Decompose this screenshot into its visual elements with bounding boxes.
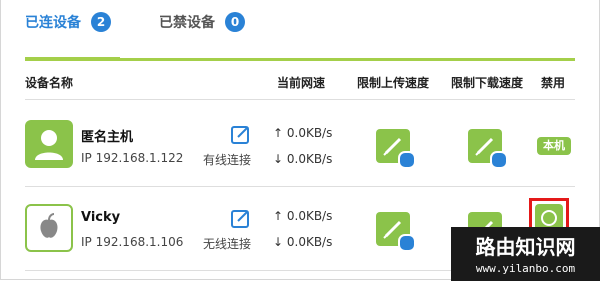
tab-banned-label: 已禁设备 xyxy=(159,15,215,31)
row-divider xyxy=(25,186,575,187)
header-divider xyxy=(25,99,575,100)
watermark: 路由知识网 www.yilanbo.com xyxy=(451,227,600,281)
watermark-url: www.yilanbo.com xyxy=(475,262,576,275)
device-tabs: 已连设备 2 已禁设备 0 xyxy=(25,0,585,62)
connection-type: 有线连接 xyxy=(203,153,252,167)
device-name: 匿名主机 xyxy=(81,130,134,145)
upload-speed: ↑ 0.0KB/s xyxy=(273,209,333,223)
upload-arrow-icon xyxy=(398,151,416,169)
tab-connected[interactable]: 已连设备 2 xyxy=(25,10,111,34)
tab-connected-label: 已连设备 xyxy=(25,15,81,31)
download-arrow-icon xyxy=(490,151,508,169)
header-upload-limit: 限制上传速度 xyxy=(357,76,430,90)
apple-icon xyxy=(25,204,73,252)
upload-arrow-icon xyxy=(398,234,416,252)
tab-banned[interactable]: 已禁设备 0 xyxy=(159,10,245,34)
header-disable: 禁用 xyxy=(541,76,566,90)
banned-count-badge: 0 xyxy=(225,12,245,32)
edit-name-icon[interactable] xyxy=(231,208,251,228)
upload-limit-button[interactable] xyxy=(376,212,416,252)
upload-speed: ↑ 0.0KB/s xyxy=(273,126,333,140)
header-device-name: 设备名称 xyxy=(25,76,74,90)
ban-icon xyxy=(541,210,557,226)
device-ip: IP 192.168.1.106 xyxy=(81,235,184,249)
local-device-badge: 本机 xyxy=(537,137,571,155)
upload-limit-button[interactable] xyxy=(376,129,416,169)
download-speed: ↓ 0.0KB/s xyxy=(273,152,333,166)
watermark-title: 路由知识网 xyxy=(475,235,576,259)
header-download-limit: 限制下载速度 xyxy=(451,76,524,90)
download-limit-button[interactable] xyxy=(468,129,508,169)
device-name: Vicky xyxy=(81,210,121,225)
tab-active-indicator xyxy=(25,57,120,61)
connection-type: 无线连接 xyxy=(203,237,252,251)
edit-name-icon[interactable] xyxy=(231,124,251,144)
connected-count-badge: 2 xyxy=(91,12,111,32)
user-icon xyxy=(25,120,73,168)
download-speed: ↓ 0.0KB/s xyxy=(273,235,333,249)
device-ip: IP 192.168.1.122 xyxy=(81,151,184,165)
header-current-speed: 当前网速 xyxy=(277,76,326,90)
